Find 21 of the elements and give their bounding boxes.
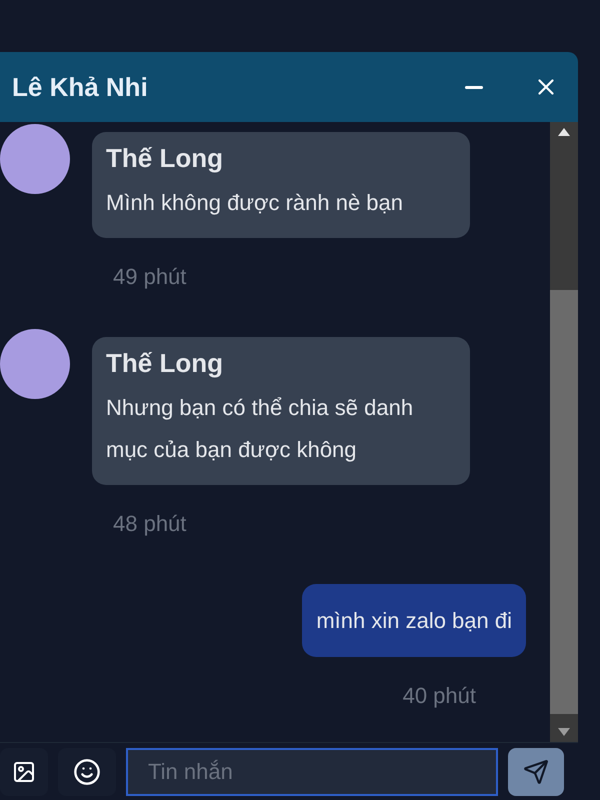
scroll-down-icon[interactable] [558,728,570,736]
emoji-button[interactable] [58,748,116,796]
send-button[interactable] [508,748,564,796]
scroll-up-icon[interactable] [558,128,570,136]
message-text: Nhưng bạn có thể chia sẽ danh mục của bạn được không [106,394,414,464]
scrollbar-thumb[interactable] [550,290,578,714]
message-input[interactable]: Tin nhắn [126,748,498,796]
image-icon [12,760,36,784]
image-button[interactable] [0,748,48,796]
sender-name: Thế Long [106,347,224,379]
message-text: Mình không được rành nè bạn [106,189,404,217]
message-time: 48 phút [113,510,188,538]
message-time: 40 phút [402,682,476,710]
minimize-icon [465,86,483,88]
send-icon [523,758,549,784]
chat-title: Lê Khả Nhi [12,70,149,104]
scrollbar[interactable] [550,122,578,742]
message-time: 49 phút [113,263,188,291]
smiley-icon [73,758,101,786]
sender-name: Thế Long [106,142,224,174]
message-bubble: mình xin zalo bạn đi [302,584,526,657]
